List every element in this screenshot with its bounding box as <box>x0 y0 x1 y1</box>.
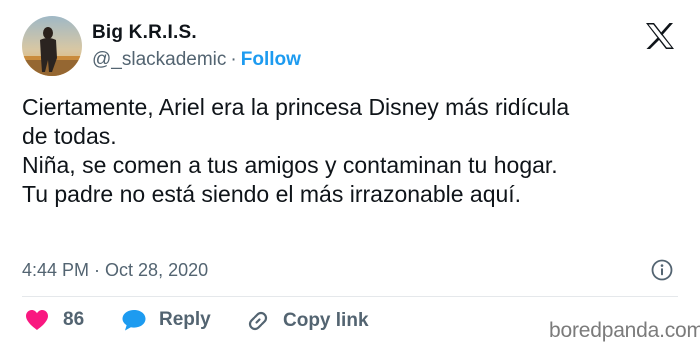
separator-dot: · <box>94 260 101 280</box>
tweet-line: Ciertamente, Ariel era la princesa Disne… <box>22 94 570 120</box>
reply-label: Reply <box>159 309 211 330</box>
display-name[interactable]: Big K.R.I.S. <box>92 22 301 44</box>
reply-button[interactable]: Reply <box>121 308 211 332</box>
tweet-date: Oct 28, 2020 <box>105 260 209 280</box>
user-info: Big K.R.I.S. @_slackademic · Follow <box>92 22 301 72</box>
separator-dot: · <box>230 49 237 70</box>
tweet-time: 4:44 PM <box>22 260 90 280</box>
divider <box>22 296 678 297</box>
x-logo-icon[interactable] <box>645 22 675 50</box>
handle-row: @_slackademic · Follow <box>92 48 301 72</box>
heart-icon <box>24 308 50 332</box>
info-icon[interactable] <box>651 259 673 281</box>
likes-count: 86 <box>63 309 85 330</box>
tweet-line: Tu padre no está siendo el más irrazonab… <box>22 181 522 207</box>
copy-link-label: Copy link <box>283 310 369 331</box>
like-button[interactable]: 86 <box>24 308 84 332</box>
tweet-line: Niña, se comen a tus amigos y contaminan… <box>22 152 558 178</box>
timestamp[interactable]: 4:44 PM · Oct 28, 2020 <box>22 259 208 281</box>
avatar-photo <box>22 16 82 76</box>
watermark: boredpanda.com <box>549 319 700 342</box>
follow-button[interactable]: Follow <box>241 49 301 70</box>
link-icon <box>245 308 271 334</box>
tweet-text: Ciertamente, Ariel era la princesa Disne… <box>22 93 682 209</box>
avatar[interactable] <box>22 16 82 76</box>
tweet-line: de todas. <box>22 123 117 149</box>
copy-link-button[interactable]: Copy link <box>245 308 369 334</box>
handle[interactable]: @_slackademic <box>92 49 226 70</box>
tweet-card: Big K.R.I.S. @_slackademic · Follow Cierta… <box>0 0 700 348</box>
speech-bubble-icon <box>121 308 147 332</box>
